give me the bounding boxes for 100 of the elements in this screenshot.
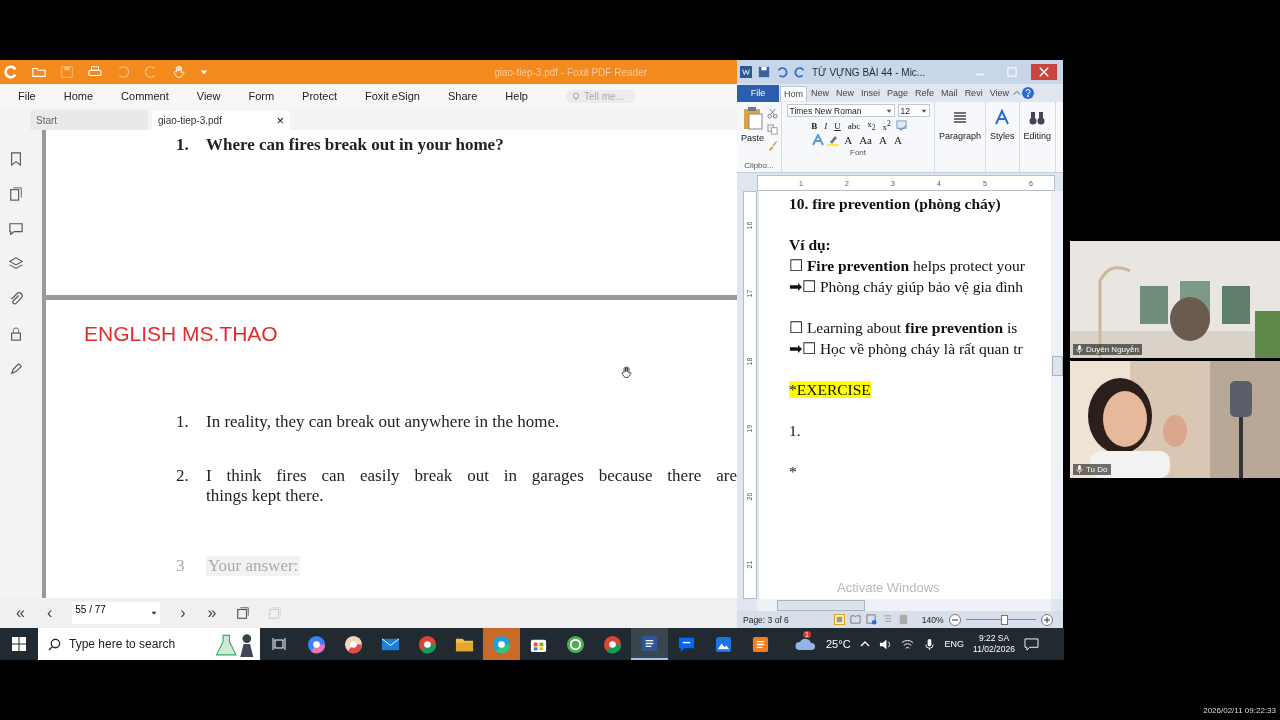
scrollbar[interactable] [1051,191,1063,599]
slider-thumb[interactable] [1001,614,1009,625]
document-text: ➡☐ Học về phòng cháy là rất quan tr [789,340,1023,357]
paperclip-icon[interactable] [9,292,23,306]
text-effects-icon[interactable] [812,134,825,146]
group-label: Clipbo... [744,161,774,170]
paste-button[interactable]: Paste [740,104,765,161]
wifi-icon[interactable] [900,637,914,651]
last-page-button[interactable]: » [205,604,219,622]
task-view-icon[interactable] [272,637,286,651]
scrollbar[interactable] [757,599,1051,611]
ribbon-tab[interactable]: Page [884,86,912,100]
logo-icon [4,65,18,79]
ribbon-tab[interactable]: Mail [938,86,961,100]
caret-icon[interactable] [885,107,892,114]
menu-item[interactable]: View [190,90,233,102]
ribbon-tab[interactable]: View [986,86,1012,100]
first-page-button[interactable]: « [14,604,27,622]
redo-icon[interactable] [794,66,806,78]
ribbon-button[interactable]: Styles [989,106,1016,143]
menu-item[interactable]: Form [242,90,287,102]
participant-label: Duyên Nguyễn [1073,344,1142,355]
bookmark-icon[interactable] [9,152,23,166]
font-size-field[interactable]: 12 [897,104,930,117]
layout-icon[interactable] [833,614,845,625]
font-name-field[interactable]: Times New Roman [786,104,895,117]
ribbon-tab[interactable]: Insei [858,86,884,100]
comment-icon[interactable] [9,222,23,236]
pen-icon[interactable] [9,362,23,376]
menu-item[interactable]: Protect [296,90,349,102]
previous-page-button[interactable]: ‹ [44,604,55,622]
next-page-button[interactable]: › [178,604,188,622]
document-icon [640,633,659,653]
menu-item[interactable]: Comment [115,90,181,102]
clock-time[interactable]: 9:22 SA [978,633,1010,644]
cloud-icon[interactable] [795,637,817,651]
menu-item[interactable]: Home [57,90,106,102]
clipboard-icon [742,106,763,130]
font-button[interactable]: A [891,134,904,146]
chevron-up-icon[interactable] [859,639,870,649]
menu-item[interactable]: Share [442,90,490,102]
format-button[interactable]: I [822,120,830,131]
zoom-in-icon[interactable] [1040,613,1053,626]
page-view-icon[interactable] [236,606,251,620]
spelling-icon[interactable] [895,120,907,131]
pages-icon[interactable] [9,187,23,201]
folder-icon[interactable] [32,65,46,79]
menu-item[interactable]: Help [499,90,540,102]
language-indicator[interactable]: ENG [944,639,965,649]
ribbon-tab[interactable]: New [808,86,833,100]
font-button[interactable]: Aa [857,134,874,146]
search-field[interactable]: Tell me... [565,89,636,103]
layers-icon[interactable] [9,257,23,271]
close-icon[interactable] [1031,64,1057,80]
highlighter-icon[interactable] [827,134,840,146]
undo-icon[interactable] [776,66,788,78]
format-button[interactable]: x$_{2}$ [865,119,878,132]
scissors-icon[interactable] [767,108,778,119]
menu-item[interactable]: File [12,90,48,102]
format-button[interactable]: U [832,120,843,131]
close-button[interactable]: × [276,112,284,128]
heading-text: Ví dụ: [789,236,831,253]
font-button[interactable]: A [842,134,855,146]
clock-date[interactable]: 11/02/2026 [973,644,1015,655]
document-tab[interactable]: giao-tiep-3.pdf × [152,110,290,130]
ribbon-button[interactable]: Editing [1022,106,1053,143]
ribbon-tab[interactable]: Revi [961,86,986,100]
caret-icon[interactable] [151,610,158,616]
notification-icon[interactable] [1024,637,1039,651]
save-icon[interactable] [758,66,770,78]
menu-item[interactable]: Foxit eSign [358,90,432,102]
document-tab[interactable]: Start [30,110,148,130]
browser-icon [603,634,622,654]
help-icon[interactable] [1022,87,1034,99]
document-text: ☐ Fire prevention helps protect your [789,257,1025,274]
web-layout-icon[interactable] [865,614,877,625]
format-button[interactable]: x$^{2}$ [880,119,893,132]
search-field[interactable]: Type here to search [38,628,260,660]
format-button[interactable]: B [809,120,820,131]
brush-icon[interactable] [767,140,778,151]
microphone-icon [1076,345,1083,354]
window-title: TỪ VỰNG BÀI 44 - Mic... [812,66,926,78]
copy-icon[interactable] [767,124,778,135]
font-button[interactable]: A [876,134,889,146]
lock-icon[interactable] [9,327,23,341]
watermark-text: Activate Windows [837,580,940,595]
windows-icon[interactable] [12,637,26,651]
caret-icon[interactable] [920,107,927,114]
ribbon-button[interactable]: Paragraph [938,106,983,143]
timestamp: 2026/02/11 09:22:33 [1203,706,1276,715]
file-tab[interactable]: File [737,84,779,102]
zoom-out-icon[interactable] [948,613,961,626]
format-button[interactable]: abc [845,120,863,131]
list-number: 3 [176,556,186,576]
ribbon-tab[interactable]: Refe [912,86,938,100]
page-field[interactable]: 55 / 77 [72,602,161,624]
microphone-icon[interactable] [922,637,936,651]
ribbon-tab[interactable]: New [833,86,858,100]
printer-icon[interactable] [88,65,102,79]
ribbon-tab[interactable]: Hom [780,85,807,101]
